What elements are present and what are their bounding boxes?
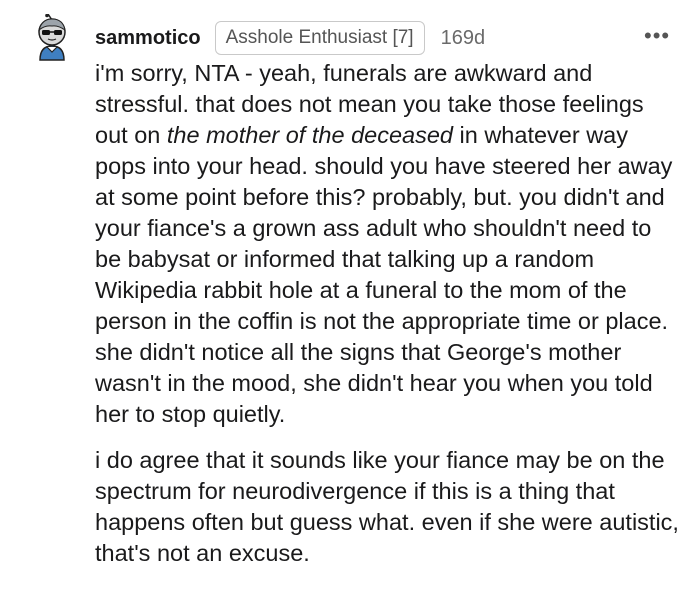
comment-header: sammotico Asshole Enthusiast [7] 169d xyxy=(95,21,486,55)
avatar[interactable] xyxy=(30,13,74,62)
comment-body: i'm sorry, NTA - yeah, funerals are awkw… xyxy=(95,58,680,569)
more-dots-icon[interactable]: ••• xyxy=(644,25,670,47)
user-flair: Asshole Enthusiast [7] xyxy=(214,21,425,55)
paragraph-1-emphasis: the mother of the deceased xyxy=(166,122,453,148)
comment-paragraph-1: i'm sorry, NTA - yeah, funerals are awkw… xyxy=(95,58,680,430)
comment-paragraph-2: i do agree that it sounds like your fian… xyxy=(95,447,679,566)
comment-age: 169d xyxy=(440,26,486,49)
username[interactable]: sammotico xyxy=(95,27,201,50)
avatar-snoo-icon xyxy=(38,13,66,61)
paragraph-1-text-b: in whatever way pops into your head. sho… xyxy=(95,122,673,427)
